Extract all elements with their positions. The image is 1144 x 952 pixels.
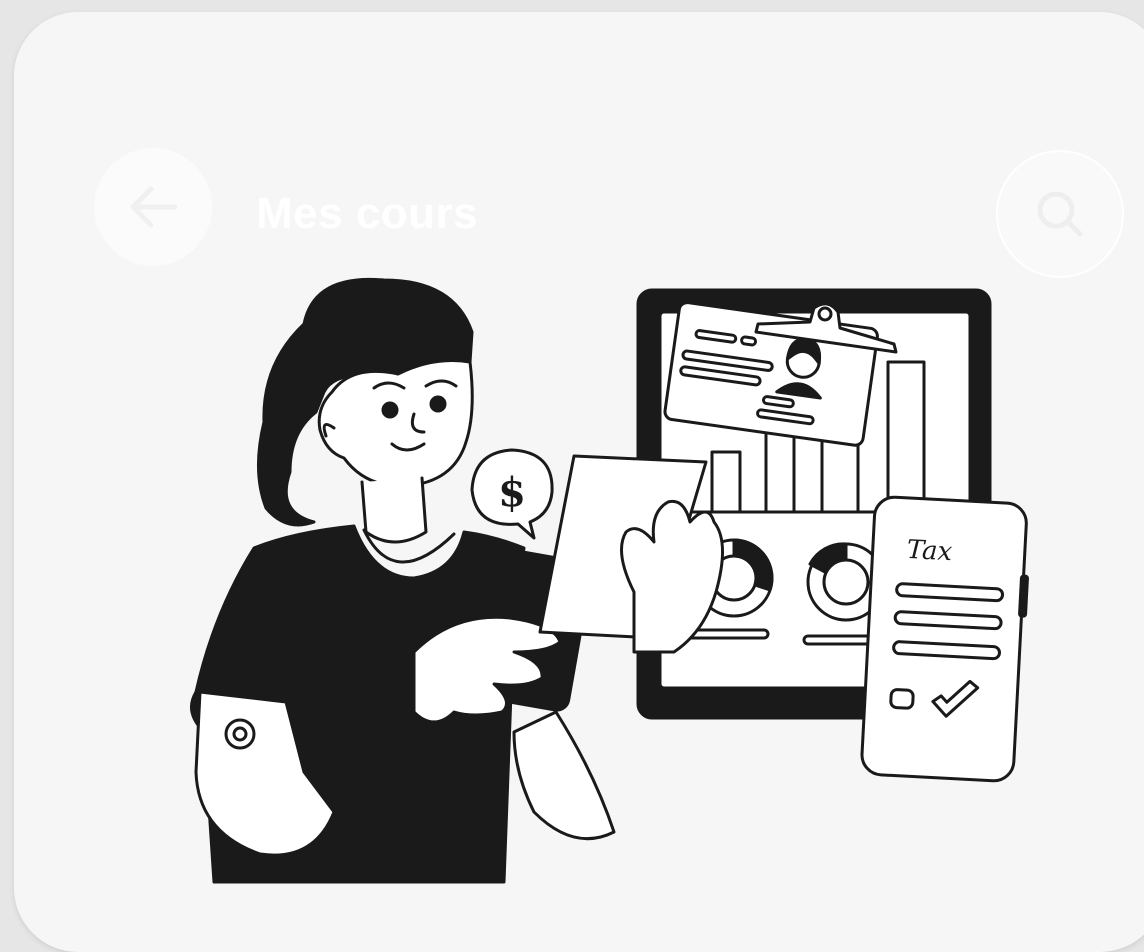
back-button[interactable] xyxy=(94,148,212,266)
search-icon xyxy=(1037,191,1083,237)
tax-label: Tax xyxy=(906,535,953,567)
search-button[interactable] xyxy=(996,150,1124,278)
dollar-symbol: $ xyxy=(498,469,526,516)
bar xyxy=(886,360,926,514)
arrow-left-icon xyxy=(130,186,178,228)
finance-illustration: $ Tax xyxy=(190,277,1029,884)
screen-card: $ Tax Mes cours xyxy=(14,12,1144,952)
bar xyxy=(710,450,742,514)
page-title: Mes cours xyxy=(256,189,479,238)
